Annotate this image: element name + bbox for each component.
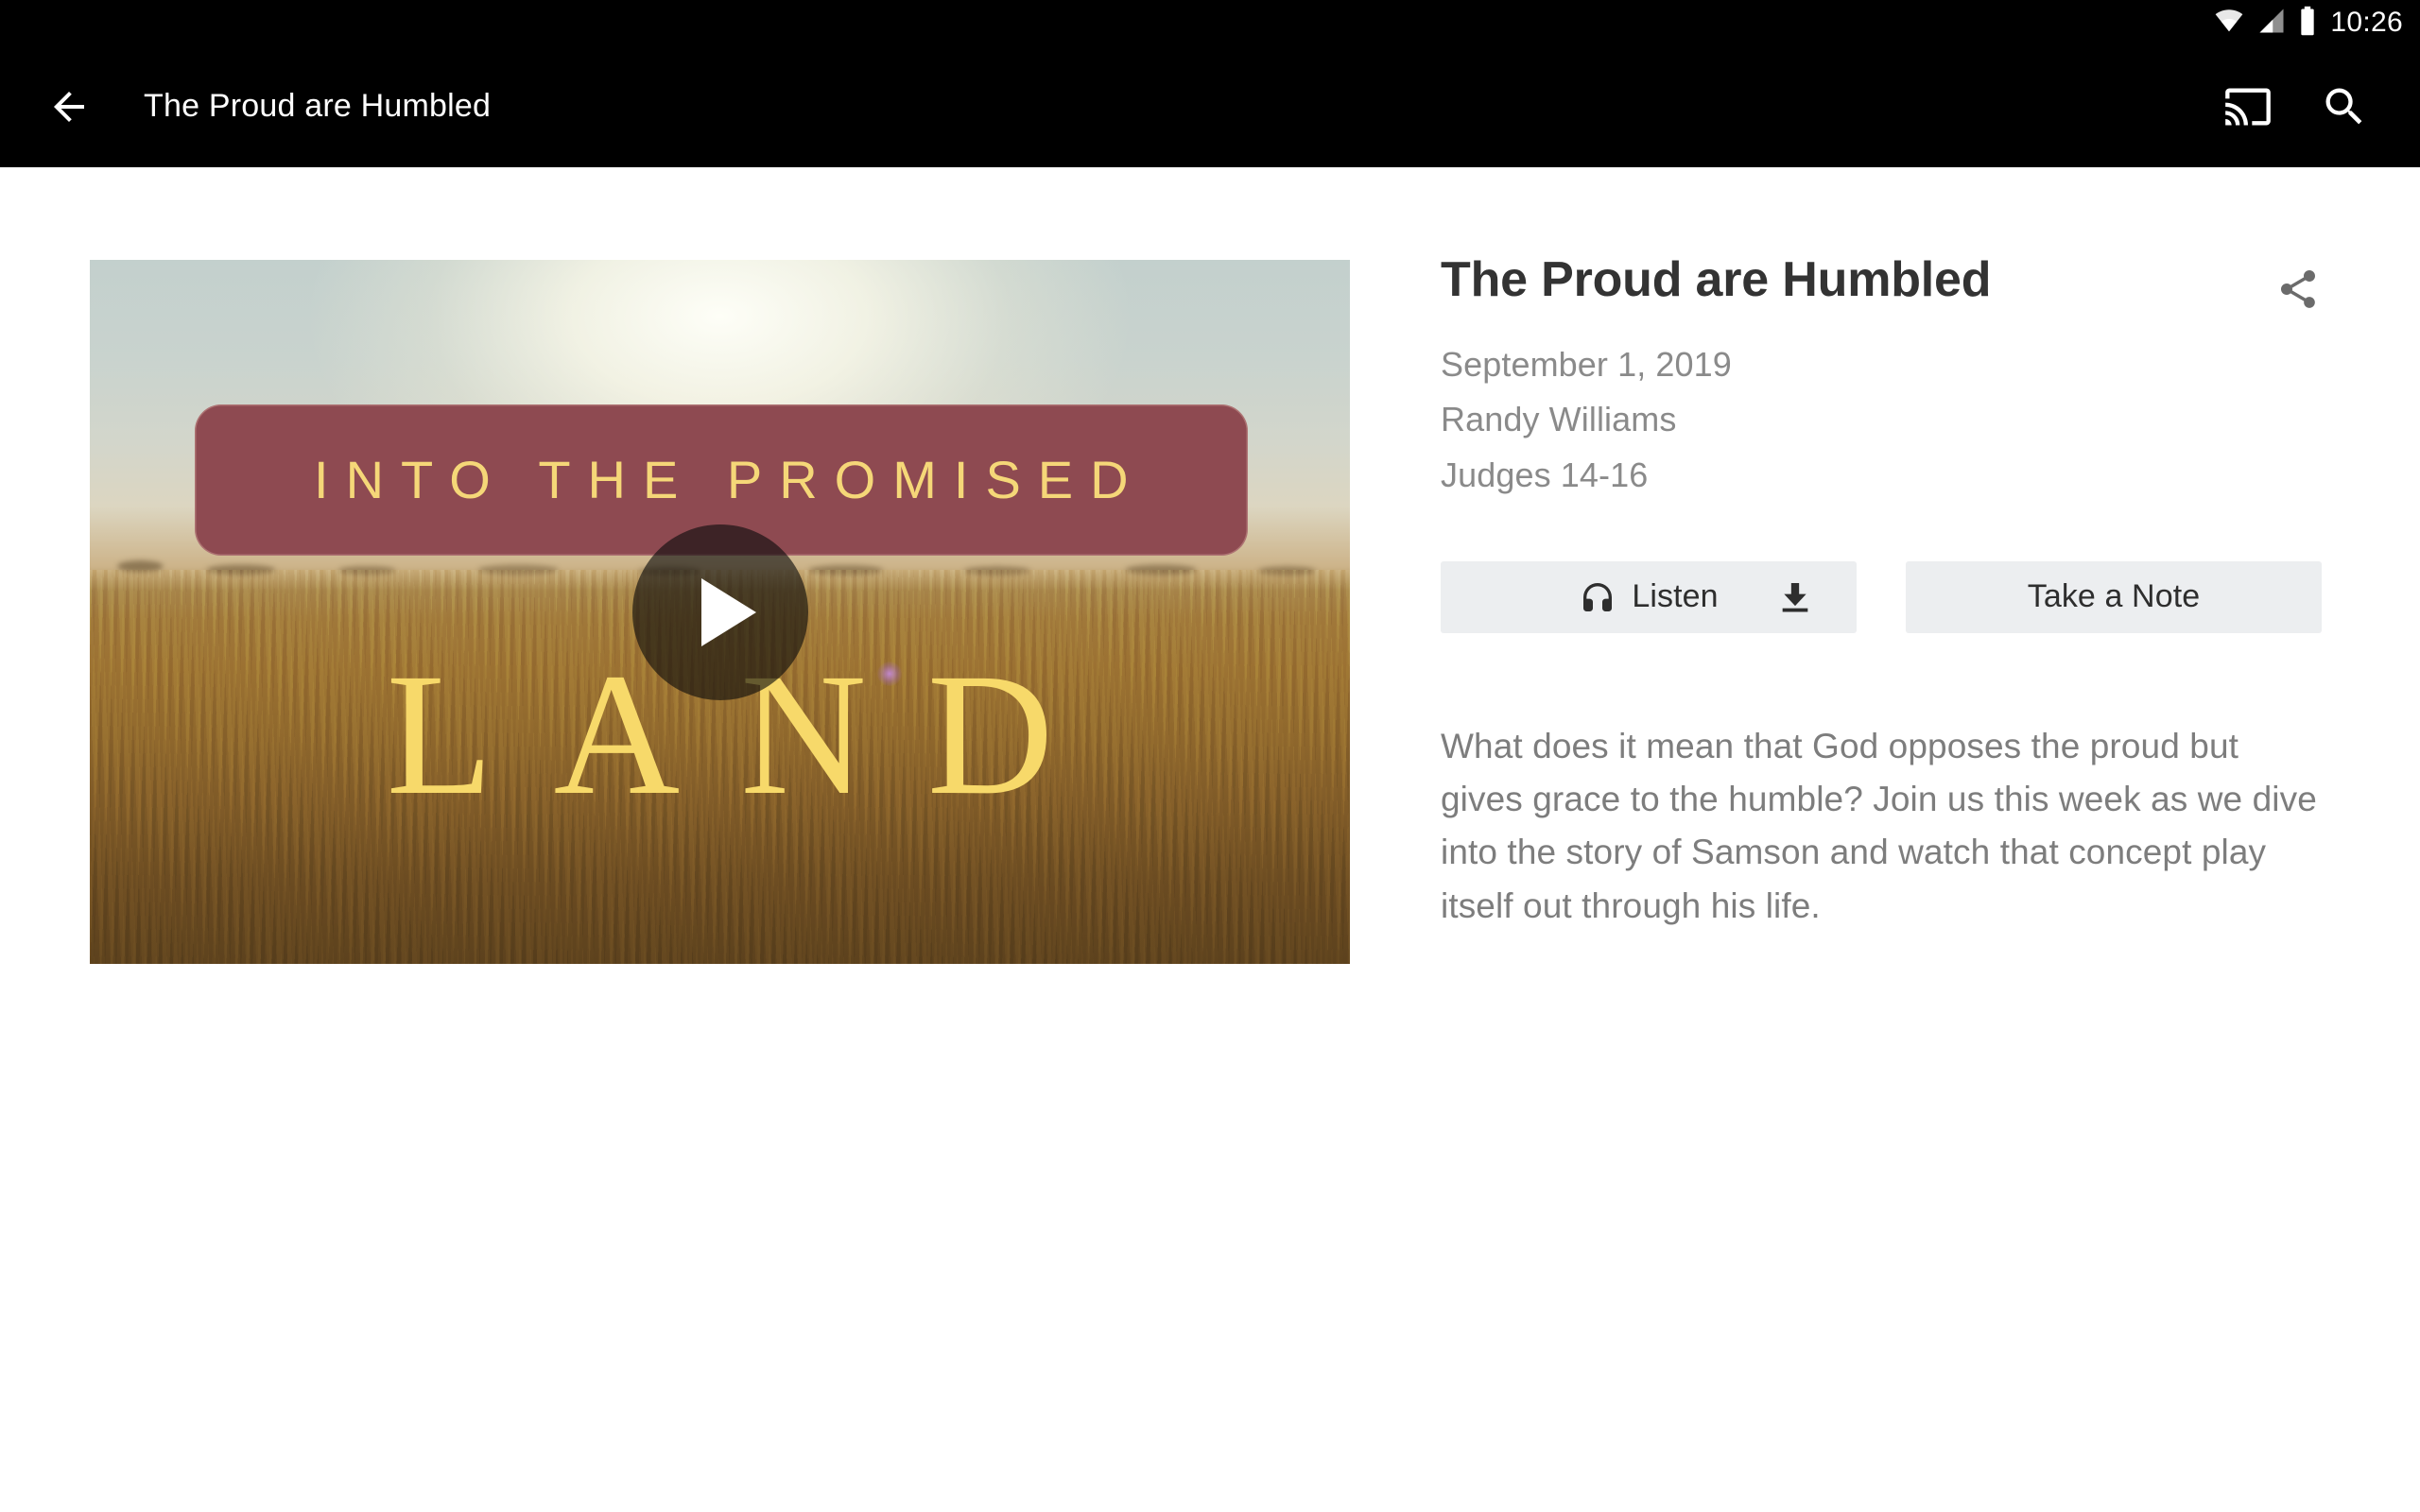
listen-button[interactable]: Listen	[1441, 560, 1857, 633]
share-button[interactable]	[2267, 258, 2329, 320]
listen-button-inner: Listen	[1579, 578, 1719, 616]
listen-button-label: Listen	[1632, 578, 1719, 615]
search-icon	[2325, 88, 2362, 124]
sermon-speaker: Randy Williams	[1441, 400, 1677, 439]
play-icon	[700, 577, 756, 646]
sermon-details-panel: The Proud are Humbled September 1, 2019 …	[1441, 252, 2329, 933]
app-bar-title: The Proud are Humbled	[144, 88, 492, 124]
back-arrow-icon	[54, 91, 84, 122]
series-title-text: INTO THE PROMISED	[314, 450, 1146, 510]
play-button[interactable]	[631, 524, 808, 700]
download-icon	[1782, 582, 1808, 612]
search-button[interactable]	[2314, 77, 2375, 137]
app-bar-actions	[2218, 77, 2420, 137]
cell-signal-icon	[2257, 7, 2286, 40]
cast-icon	[2225, 88, 2271, 125]
cast-button[interactable]	[2218, 77, 2278, 137]
take-a-note-button-label: Take a Note	[2027, 578, 2201, 615]
status-bar: 10:26	[0, 0, 2420, 45]
download-button[interactable]	[1775, 577, 1815, 617]
headphones-icon	[1583, 582, 1613, 611]
back-button[interactable]	[36, 74, 102, 140]
share-icon	[2281, 270, 2315, 308]
sermon-date: September 1, 2019	[1441, 345, 1732, 384]
battery-icon	[2298, 6, 2317, 41]
status-bar-icons	[2213, 6, 2317, 41]
status-bar-clock: 10:26	[2330, 7, 2403, 38]
action-buttons: Listen Take a Note	[1441, 560, 2329, 633]
title-row: The Proud are Humbled	[1441, 252, 2329, 320]
content-area: INTO THE PROMISED LAND The Proud are Hum…	[0, 167, 2420, 1512]
wifi-icon	[2213, 7, 2245, 40]
video-player-thumbnail[interactable]: INTO THE PROMISED LAND	[90, 260, 1350, 964]
sermon-description: What does it mean that God opposes the p…	[1441, 726, 2317, 925]
take-a-note-button[interactable]: Take a Note	[1906, 560, 2322, 633]
sermon-meta: September 1, 2019 Randy Williams Judges …	[1441, 337, 2329, 503]
sermon-scripture: Judges 14-16	[1441, 455, 1649, 494]
app-bar: The Proud are Humbled	[0, 45, 2420, 167]
sermon-title: The Proud are Humbled	[1441, 252, 1992, 307]
